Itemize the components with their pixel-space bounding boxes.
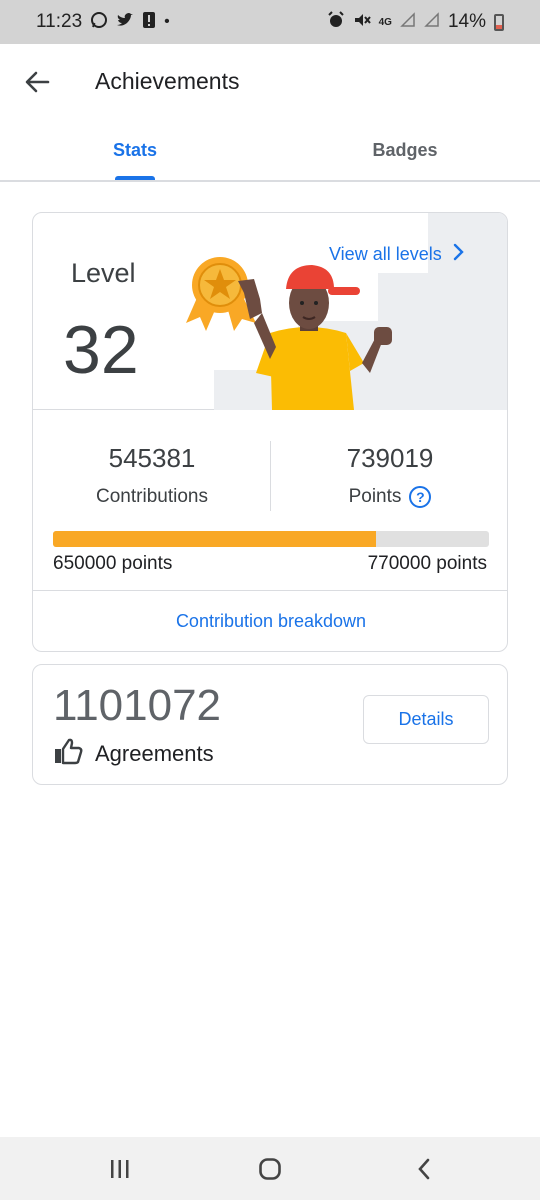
level-label: Level	[71, 258, 136, 288]
battery-icon	[494, 13, 504, 31]
page-title: Achievements	[95, 68, 240, 94]
recent-apps-icon[interactable]	[100, 1151, 140, 1187]
twitter-icon	[116, 12, 134, 33]
points-label: Points	[348, 486, 402, 507]
level-progress-fill	[53, 531, 376, 547]
whatsapp-icon	[90, 11, 108, 34]
tab-stats[interactable]: Stats	[0, 120, 270, 180]
alert-icon	[142, 11, 156, 34]
chevron-right-icon	[452, 243, 464, 266]
help-icon[interactable]: ?	[409, 486, 432, 508]
dot-icon: •	[164, 13, 170, 30]
status-time: 11:23	[36, 11, 83, 32]
view-all-levels-link[interactable]: View all levels	[329, 243, 464, 266]
progress-min-label: 650000 points	[53, 553, 173, 574]
tab-bar: Stats Badges	[0, 120, 540, 182]
system-nav-bar	[0, 1137, 540, 1200]
signal-icon	[400, 11, 416, 33]
agreements-card: 1101072 Agreements Details	[32, 664, 508, 785]
back-nav-icon[interactable]	[404, 1151, 444, 1187]
level-number: 32	[63, 312, 139, 388]
active-tab-indicator	[115, 176, 155, 180]
alarm-icon	[327, 10, 345, 34]
points-value: 739019	[346, 443, 434, 473]
agreements-label: Agreements	[95, 741, 214, 766]
view-all-levels-label: View all levels	[329, 244, 442, 264]
level-header: Level 32 View all levels	[33, 213, 507, 410]
contribution-breakdown-button[interactable]: Contribution breakdown	[33, 590, 507, 651]
progress-max-label: 770000 points	[367, 553, 487, 574]
home-icon[interactable]	[250, 1151, 290, 1187]
contributions-value: 545381	[108, 443, 196, 473]
points-stat: 739019 Points ?	[271, 443, 507, 508]
agreements-count: 1101072	[53, 681, 222, 730]
back-arrow-icon[interactable]	[22, 66, 54, 98]
tab-badges[interactable]: Badges	[270, 120, 540, 180]
contributions-label: Contributions	[96, 486, 208, 507]
mute-icon	[353, 11, 371, 34]
level-card: Level 32 View all levels 545381 Contribu…	[32, 212, 508, 652]
battery-percent: 14%	[447, 11, 486, 32]
app-bar: Achievements	[0, 44, 540, 120]
level-progress-bar	[53, 531, 489, 547]
details-button[interactable]: Details	[363, 695, 489, 744]
4g-icon: 4G	[378, 16, 392, 28]
thumbs-up-icon	[53, 737, 83, 771]
status-bar: 11:23 • 4G 14%	[0, 0, 540, 44]
signal-icon-2	[424, 11, 440, 33]
contributions-stat: 545381 Contributions	[33, 443, 271, 508]
stats-row: 545381 Contributions 739019 Points ?	[33, 423, 507, 523]
